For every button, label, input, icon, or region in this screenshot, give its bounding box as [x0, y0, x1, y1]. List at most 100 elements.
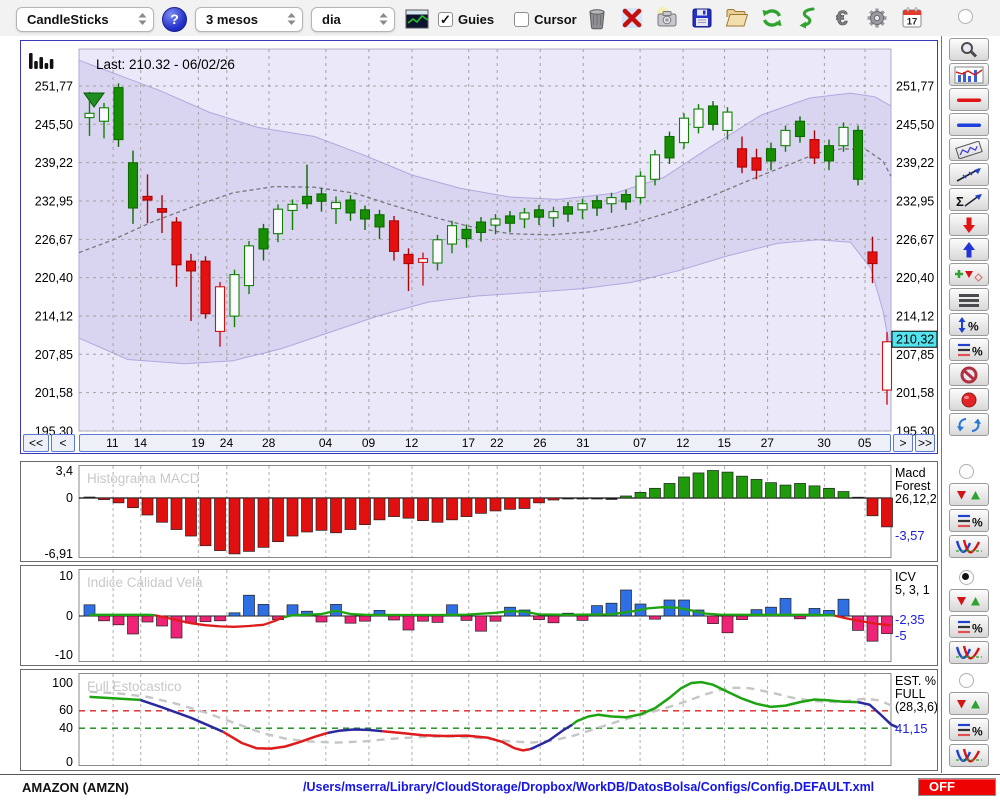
mini-chart-button[interactable]	[403, 5, 430, 33]
help-button[interactable]: ?	[162, 6, 187, 32]
svg-text:%: %	[972, 724, 983, 738]
nav-first-button[interactable]: <<	[23, 434, 49, 452]
lines-percent-icon: %	[958, 620, 983, 635]
volume-style-icon	[49, 59, 54, 69]
lines-percent-icon: %	[958, 723, 983, 738]
blue-line-tool-button[interactable]	[949, 113, 989, 136]
svg-text:-5: -5	[895, 628, 907, 643]
cursor-checkbox[interactable]	[514, 11, 530, 27]
tool-sidebar: Σ % % % % %	[944, 0, 1000, 800]
svg-text:232,95: 232,95	[35, 194, 73, 208]
camera-icon	[656, 7, 676, 27]
icv-curve-button[interactable]	[949, 641, 989, 664]
nav-last-button[interactable]: >>	[915, 434, 935, 452]
date-tick: 19	[191, 436, 205, 450]
macd-panel: Histograma MACD 3,4 0 -6,91 Macd Forest 26,12,…	[20, 461, 938, 562]
guies-checkbox[interactable]: ✓	[438, 11, 453, 27]
add-signal-tool-button[interactable]	[949, 263, 989, 286]
save-button[interactable]	[688, 4, 715, 32]
blue-line-icon	[957, 123, 981, 127]
date-tick: 26	[533, 436, 547, 450]
trash-button[interactable]	[583, 4, 610, 32]
indicator-chart-button[interactable]	[949, 63, 989, 86]
refresh-button[interactable]	[758, 4, 785, 32]
trash-icon	[588, 9, 605, 30]
trendline-tool-button[interactable]	[949, 163, 989, 186]
delete-button[interactable]	[618, 4, 645, 32]
svg-text:251,77: 251,77	[35, 80, 73, 94]
icv-chart[interactable]: Indice Calidad Vela 10 0 -10 ICV5, 3, 1 -2,35…	[21, 566, 937, 665]
off-button[interactable]: OFF	[918, 778, 996, 796]
svg-text:207,85: 207,85	[896, 348, 934, 362]
red-down-arrow-button[interactable]	[949, 213, 989, 236]
lines-percent-tool-button[interactable]: %	[949, 338, 989, 361]
swap-arrows-icon	[957, 417, 981, 432]
macd-histogram-chart[interactable]: Histograma MACD 3,4 0 -6,91 MacdForest26,12,…	[21, 462, 938, 561]
nav-next-button[interactable]: >	[893, 434, 913, 452]
date-tick: 27	[760, 436, 774, 450]
period-select[interactable]: 3 mesos	[195, 6, 303, 32]
euro-icon: €	[835, 7, 848, 31]
macd-signals-button[interactable]	[949, 483, 989, 506]
undo-button[interactable]	[793, 4, 820, 32]
red-line-tool-button[interactable]	[949, 88, 989, 111]
calendar-button[interactable]: 17	[898, 4, 925, 32]
svg-text:€: €	[836, 7, 848, 30]
nav-prev-button[interactable]: <	[51, 434, 75, 452]
stochastic-radio[interactable]	[959, 673, 974, 688]
svg-text:Histograma MACD: Histograma MACD	[87, 471, 200, 486]
curves-icon	[955, 748, 982, 762]
stochastic-signals-button[interactable]	[949, 692, 989, 715]
down-up-arrows-icon	[957, 699, 980, 708]
sigma-trendline-tool-button[interactable]: Σ	[949, 188, 989, 211]
icv-radio[interactable]	[959, 570, 974, 585]
record-tool-button[interactable]	[949, 388, 989, 411]
list-tool-button[interactable]	[949, 288, 989, 311]
trendline-arrow-icon	[956, 167, 981, 182]
snapshot-button[interactable]	[653, 4, 680, 32]
svg-text:Full Estocastico: Full Estocastico	[87, 679, 182, 694]
stochastic-percent-button[interactable]: %	[949, 718, 989, 741]
svg-text:232,95: 232,95	[896, 194, 934, 208]
chart-type-value: CandleSticks	[27, 11, 109, 27]
chevron-up-down-icon	[138, 13, 147, 25]
candlestick-chart[interactable]: 251,77 251,77 245,50 245,50 239,22 239,22 232,…	[21, 41, 937, 453]
zoom-tool-button[interactable]	[949, 38, 989, 61]
channel-tool-button[interactable]	[949, 138, 989, 161]
stochastic-curve-button[interactable]	[949, 744, 989, 767]
swap-tool-button[interactable]	[949, 413, 989, 436]
date-axis-strip[interactable]: 11 14 19 24 28 04 09 12 17 22 26 31 07 12 15 27 30 05	[79, 434, 891, 452]
interval-select[interactable]: dia	[311, 6, 395, 32]
vertical-percent-tool-button[interactable]: %	[949, 313, 989, 336]
svg-text:Macd: Macd	[895, 466, 926, 480]
open-button[interactable]	[723, 4, 750, 32]
svg-text:EST. %: EST. %	[895, 674, 936, 688]
svg-text:251,77: 251,77	[896, 80, 934, 94]
floppy-disk-icon	[692, 8, 711, 28]
chevron-up-down-icon	[379, 13, 388, 25]
date-tick: 31	[576, 436, 590, 450]
svg-text:Last: 210.32 - 06/02/26: Last: 210.32 - 06/02/26	[96, 57, 235, 72]
svg-text:100: 100	[52, 676, 73, 690]
euro-button[interactable]: €	[828, 4, 855, 32]
macd-radio[interactable]	[959, 464, 974, 479]
macd-curve-button[interactable]	[949, 535, 989, 558]
stochastic-chart[interactable]: Full Estocastico 100 60 40 0 EST. %FULL(28,3,…	[21, 670, 937, 770]
svg-text:0: 0	[66, 755, 73, 769]
chart-type-select[interactable]: CandleSticks	[16, 6, 154, 32]
date-tick: 12	[404, 436, 419, 450]
svg-text:%: %	[968, 319, 979, 333]
svg-text:FULL: FULL	[895, 687, 926, 701]
forbid-tool-button[interactable]	[949, 363, 989, 386]
svg-text:-6,91: -6,91	[45, 547, 74, 561]
icv-percent-button[interactable]: %	[949, 615, 989, 638]
icv-signals-button[interactable]	[949, 589, 989, 612]
volume-style-icon	[39, 57, 43, 69]
guies-label: Guies	[458, 11, 495, 27]
blue-up-arrow-button[interactable]	[949, 238, 989, 261]
svg-text:214,12: 214,12	[35, 310, 73, 324]
svg-text:%: %	[972, 621, 983, 635]
config-path: /Users/mserra/Library/CloudStorage/Dropb…	[303, 780, 875, 794]
settings-button[interactable]	[863, 4, 890, 32]
macd-percent-button[interactable]: %	[949, 509, 989, 532]
